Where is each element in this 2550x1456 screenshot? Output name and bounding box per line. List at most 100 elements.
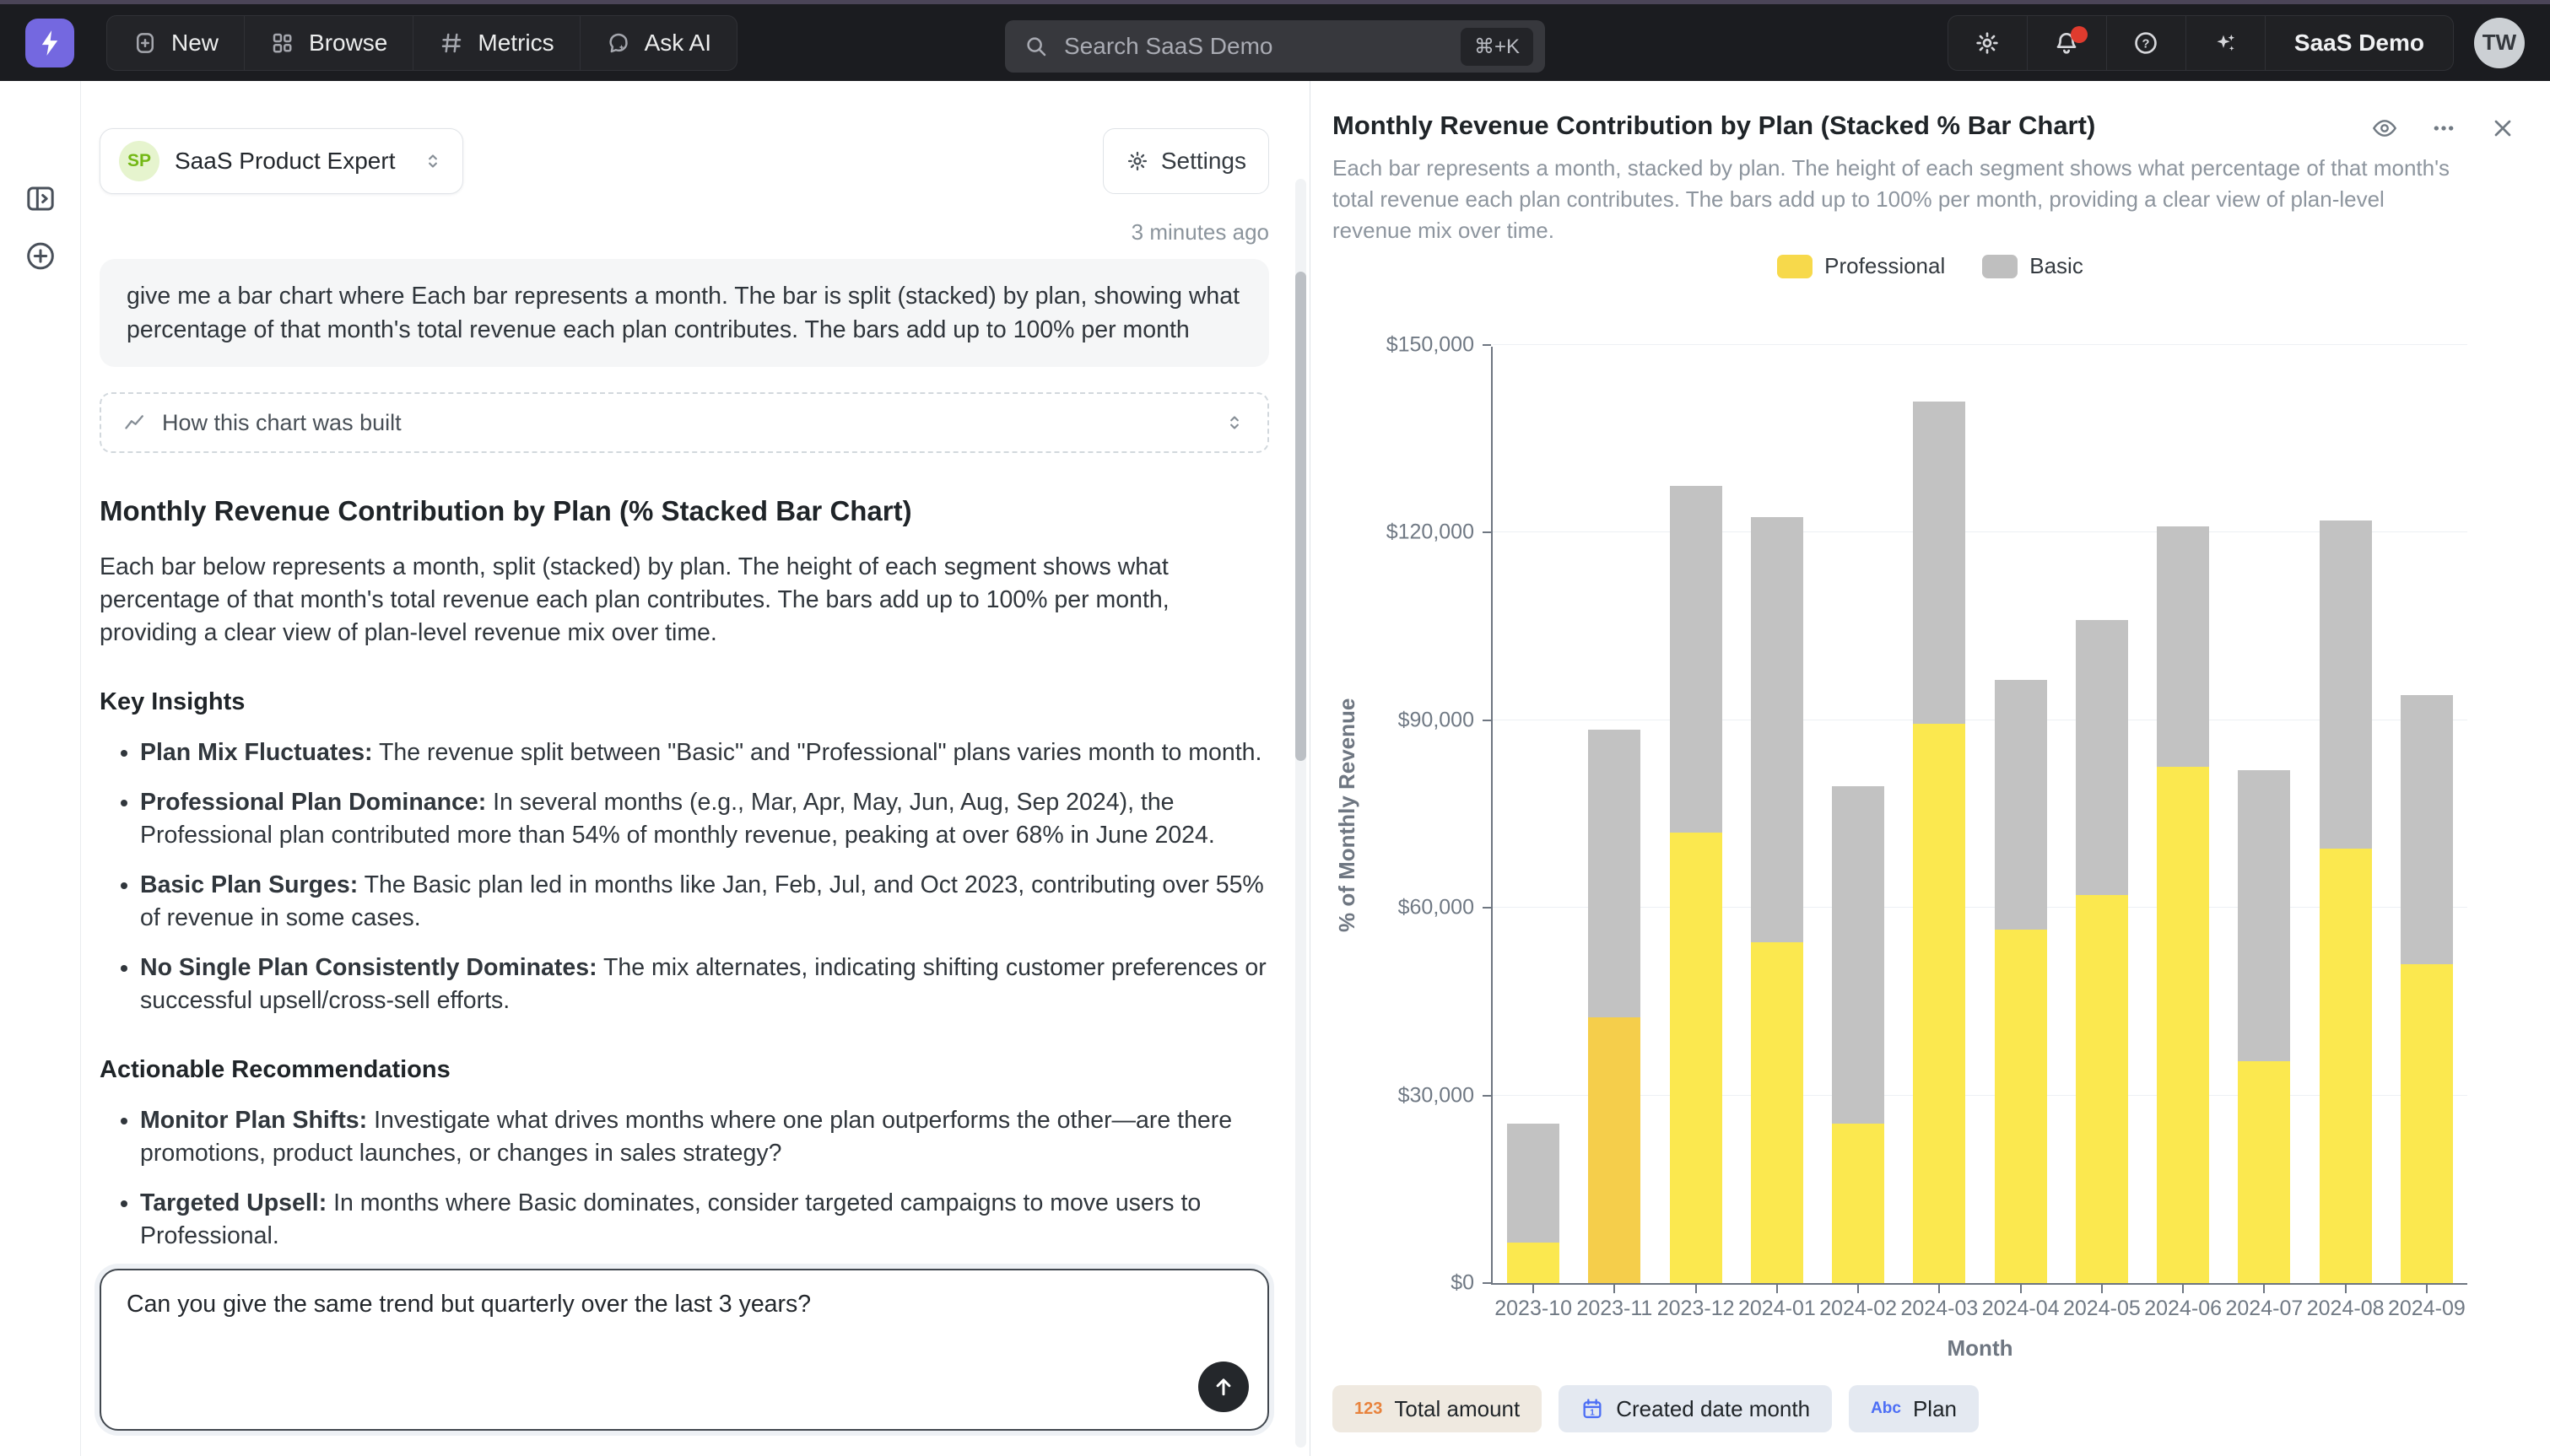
lightning-bolt-icon [35, 29, 64, 57]
insight-item: Basic Plan Surges: The Basic plan led in… [140, 869, 1269, 935]
bar-segment-basic-2023-11[interactable] [1588, 730, 1640, 1017]
chart-panel-description: Each bar represents a month, stacked by … [1332, 153, 2459, 246]
org-switcher[interactable]: SaaS Demo [2266, 16, 2453, 70]
x-axis-tick-label: 2024-09 [2386, 1297, 2467, 1321]
new-button[interactable]: New [107, 16, 245, 70]
chat-input[interactable]: Can you give the same trend but quarterl… [127, 1291, 1242, 1318]
number-field-icon: 123 [1354, 1399, 1382, 1419]
legend-swatch-professional [1777, 255, 1813, 278]
scrollbar-thumb[interactable] [1295, 272, 1306, 761]
legend-item-basic[interactable]: Basic [1982, 253, 2083, 279]
bar-2024-05[interactable] [2076, 347, 2128, 1283]
bar-band-2023-10 [1493, 347, 1574, 1283]
bar-segment-professional-2023-11[interactable] [1588, 1017, 1640, 1283]
bar-band-2024-06 [2142, 347, 2223, 1283]
app-logo[interactable] [25, 19, 74, 67]
how-built-label: How this chart was built [162, 410, 402, 436]
select-chevrons-icon [1224, 412, 1245, 434]
new-thread-icon[interactable] [24, 240, 57, 278]
ask-ai-button[interactable]: Ask AI [581, 16, 737, 70]
bar-2023-12[interactable] [1670, 347, 1722, 1283]
legend-item-professional[interactable]: Professional [1777, 253, 1945, 279]
bar-segment-professional-2024-03[interactable] [1913, 724, 1965, 1283]
org-name: SaaS Demo [2294, 30, 2424, 57]
bar-segment-basic-2024-01[interactable] [1751, 517, 1803, 942]
bar-2024-06[interactable] [2157, 347, 2209, 1283]
legend-label-professional: Professional [1824, 253, 1945, 279]
sidebar-toggle-icon[interactable] [24, 182, 57, 220]
notification-badge [2071, 26, 2088, 43]
top-accent-strip [0, 0, 2550, 4]
recommendation-item: Targeted Upsell: In months where Basic d… [140, 1187, 1269, 1253]
bar-segment-basic-2023-10[interactable] [1507, 1124, 1559, 1243]
chat-scrollbar[interactable] [1295, 179, 1306, 1448]
tag-total-amount[interactable]: 123 Total amount [1332, 1385, 1542, 1432]
bar-segment-basic-2024-08[interactable] [2320, 520, 2372, 849]
bar-2024-01[interactable] [1751, 347, 1803, 1283]
bar-segment-professional-2024-02[interactable] [1832, 1124, 1884, 1283]
tag-created-date-month[interactable]: 1 Created date month [1559, 1385, 1832, 1432]
bar-segment-basic-2024-02[interactable] [1832, 786, 1884, 1124]
topbar-right: ? SaaS Demo TW [1948, 15, 2525, 71]
chat-composer[interactable]: Can you give the same trend but quarterl… [100, 1269, 1269, 1431]
field-tags: 123 Total amount 1 Created date month Ab… [1332, 1385, 1979, 1432]
bar-segment-professional-2024-07[interactable] [2238, 1061, 2290, 1283]
bar-segment-professional-2023-12[interactable] [1670, 833, 1722, 1283]
how-chart-built-toggle[interactable]: How this chart was built [100, 392, 1269, 453]
bar-segment-basic-2023-12[interactable] [1670, 486, 1722, 833]
metrics-label: Metrics [478, 30, 554, 57]
close-icon[interactable] [2489, 115, 2516, 142]
gear-icon [1974, 30, 2001, 57]
bar-segment-professional-2024-08[interactable] [2320, 849, 2372, 1283]
select-chevrons-icon [422, 150, 444, 172]
notifications-button[interactable] [2028, 16, 2107, 70]
bar-segment-professional-2024-01[interactable] [1751, 942, 1803, 1283]
bar-segment-professional-2024-09[interactable] [2401, 964, 2453, 1283]
bar-2024-03[interactable] [1913, 347, 1965, 1283]
bar-segment-basic-2024-04[interactable] [1995, 680, 2047, 930]
browse-button[interactable]: Browse [245, 16, 413, 70]
whats-new-button[interactable] [2186, 16, 2266, 70]
bar-2023-10[interactable] [1507, 347, 1559, 1283]
agent-selector[interactable]: SP SaaS Product Expert [100, 128, 463, 194]
bar-segment-professional-2024-05[interactable] [2076, 895, 2128, 1283]
bar-2024-09[interactable] [2401, 347, 2453, 1283]
metrics-button[interactable]: Metrics [413, 16, 580, 70]
bar-2023-11[interactable] [1588, 347, 1640, 1283]
bar-segment-basic-2024-09[interactable] [2401, 695, 2453, 964]
bar-segment-professional-2024-04[interactable] [1995, 930, 2047, 1283]
bar-2024-02[interactable] [1832, 347, 1884, 1283]
global-search-input[interactable]: Search SaaS Demo ⌘+K [1005, 20, 1545, 73]
settings-gear-button[interactable] [1948, 16, 2028, 70]
bar-segment-professional-2024-06[interactable] [2157, 767, 2209, 1283]
bar-segment-basic-2024-03[interactable] [1913, 402, 1965, 724]
insight-item: Plan Mix Fluctuates: The revenue split b… [140, 736, 1269, 769]
more-options-button[interactable] [2430, 115, 2457, 142]
agent-settings-button[interactable]: Settings [1103, 128, 1269, 194]
calendar-icon: 1 [1580, 1397, 1604, 1421]
bar-segment-basic-2024-07[interactable] [2238, 770, 2290, 1061]
insight-item: No Single Plan Consistently Dominates: T… [140, 952, 1269, 1017]
help-button[interactable]: ? [2107, 16, 2186, 70]
user-avatar[interactable]: TW [2474, 18, 2525, 68]
bar-2024-07[interactable] [2238, 347, 2290, 1283]
bar-segment-basic-2024-05[interactable] [2076, 620, 2128, 895]
bar-2024-08[interactable] [2320, 347, 2372, 1283]
chat-panel: SP SaaS Product Expert Settings 3 minute… [81, 81, 1310, 1456]
x-axis-tick-label: 2024-02 [1818, 1297, 1899, 1321]
view-eye-button[interactable] [2371, 115, 2398, 142]
grid-icon [270, 30, 295, 56]
svg-text:1: 1 [1590, 1409, 1595, 1418]
recommendations-heading: Actionable Recommendations [100, 1056, 1269, 1084]
bar-2024-04[interactable] [1995, 347, 2047, 1283]
top-navbar: New Browse Metrics Ask AI [0, 4, 2550, 81]
bar-segment-basic-2024-06[interactable] [2157, 526, 2209, 767]
send-button[interactable] [1198, 1362, 1249, 1412]
insights-heading: Key Insights [100, 688, 1269, 716]
bar-band-2023-11 [1574, 347, 1655, 1283]
primary-nav: New Browse Metrics Ask AI [106, 15, 737, 71]
tag-plan[interactable]: Abc Plan [1849, 1385, 1979, 1432]
bar-band-2024-04 [1980, 347, 2061, 1283]
ask-ai-label: Ask AI [645, 30, 711, 57]
bar-segment-professional-2023-10[interactable] [1507, 1243, 1559, 1283]
